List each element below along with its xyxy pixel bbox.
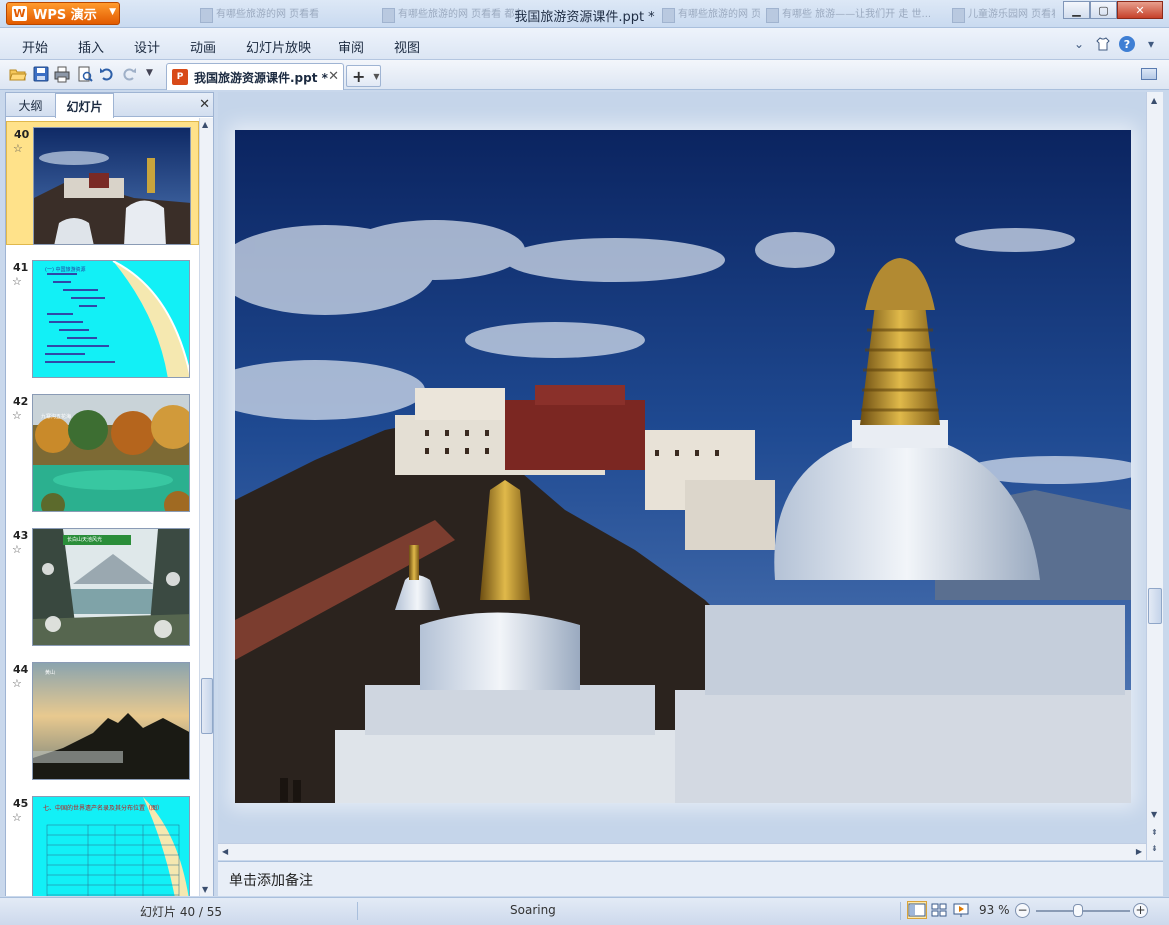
previous-slide-icon[interactable]: ⇞ <box>1151 828 1158 837</box>
animation-star-icon: ☆ <box>13 142 23 155</box>
window-layout-icon[interactable] <box>1141 68 1157 80</box>
menu-home[interactable]: 开始 <box>22 37 48 56</box>
panel-tabs: 大纲 幻灯片 ✕ <box>6 93 213 118</box>
slide-number: 43 <box>13 529 29 542</box>
collapse-ribbon-icon[interactable]: ⌄ <box>1071 36 1087 52</box>
plus-icon: + <box>352 66 366 86</box>
animation-star-icon: ☆ <box>12 543 22 556</box>
scrollbar-thumb[interactable] <box>201 678 213 734</box>
slide-preview-image: 黄山 <box>32 662 190 780</box>
slide-preview-image: 九寨沟五花海 <box>32 394 190 512</box>
title-bar: W WPS 演示 ▼ 有哪些旅游的网 页看看 有哪些旅游的网 页看看 都在 哪里… <box>0 0 1169 28</box>
open-folder-icon[interactable] <box>9 65 27 83</box>
window-title: 我国旅游资源课件.ppt * <box>514 10 655 25</box>
minimize-button[interactable]: ▁ <box>1063 1 1090 19</box>
slide-number: 40 <box>14 128 30 141</box>
redo-icon[interactable] <box>120 65 138 83</box>
slide-vertical-scrollbar[interactable]: ▲ ▼ ⇞ ⇟ <box>1146 92 1163 860</box>
document-tab[interactable]: P 我国旅游资源课件.ppt * ✕ <box>166 63 344 90</box>
slide-caption: (一) 中国旅游资源 <box>45 267 86 273</box>
menu-design[interactable]: 设计 <box>134 37 160 56</box>
chevron-down-icon[interactable]: ▾ <box>1143 36 1159 52</box>
zoom-out-button[interactable]: − <box>1015 903 1030 918</box>
status-bar: 幻灯片 40 / 55 Soaring 93 % − + <box>0 897 1169 925</box>
menu-view[interactable]: 视图 <box>394 37 420 56</box>
slide-thumbnail-list: 40 ☆ 41 ☆ (一) 中国旅游资源 42 ☆ 九寨沟五花海 43 ☆ 长白… <box>6 118 199 896</box>
menu-slideshow[interactable]: 幻灯片放映 <box>246 37 311 56</box>
new-document-button[interactable]: + ▼ <box>346 65 381 87</box>
animation-star-icon: ☆ <box>12 409 22 422</box>
close-icon[interactable]: ✕ <box>328 69 339 84</box>
customize-toolbar-icon[interactable]: ▼ <box>146 65 164 83</box>
scrollbar-thumb[interactable] <box>1148 588 1162 624</box>
slide-counter: 幻灯片 40 / 55 <box>140 905 223 919</box>
slide-preview-image: 长白山天池风光 <box>32 528 190 646</box>
document-tab-label: 我国旅游资源课件.ppt * <box>194 70 328 85</box>
zoom-level: 93 % <box>979 903 1010 917</box>
notes-pane[interactable]: 单击添加备注 <box>218 861 1163 896</box>
slide-photo <box>235 130 1131 803</box>
tab-slides[interactable]: 幻灯片 <box>55 93 114 118</box>
slide-caption: 七、中国的世界遗产名录及其分布位置（图） <box>43 805 164 812</box>
help-icon[interactable]: ? <box>1119 36 1135 52</box>
slide-sorter-view-button[interactable] <box>929 901 949 919</box>
scroll-left-arrow-icon[interactable]: ◀ <box>222 847 228 856</box>
animation-star-icon: ☆ <box>12 275 22 288</box>
window-controls: ▁ ▢ ✕ <box>1063 1 1163 19</box>
close-icon[interactable]: ✕ <box>199 97 210 112</box>
chevron-down-icon: ▼ <box>373 71 380 81</box>
slide-thumbnail[interactable]: 45 ☆ 七、中国的世界遗产名录及其分布位置（图） <box>6 791 199 896</box>
menu-animation[interactable]: 动画 <box>190 37 216 56</box>
slide-thumbnail[interactable]: 40 ☆ <box>6 121 199 245</box>
print-preview-icon[interactable] <box>76 65 94 83</box>
close-button[interactable]: ✕ <box>1117 1 1163 19</box>
status-divider <box>900 902 901 920</box>
animation-star-icon: ☆ <box>12 811 22 824</box>
notes-placeholder: 单击添加备注 <box>229 873 313 889</box>
next-slide-icon[interactable]: ⇟ <box>1151 844 1158 853</box>
zoom-in-button[interactable]: + <box>1133 903 1148 918</box>
scroll-right-arrow-icon[interactable]: ▶ <box>1136 847 1142 856</box>
slide-preview-image: 七、中国的世界遗产名录及其分布位置（图） <box>32 796 190 896</box>
scroll-down-arrow-icon[interactable]: ▼ <box>1151 810 1157 819</box>
slide-number: 44 <box>13 663 29 676</box>
normal-view-button[interactable] <box>907 901 927 919</box>
scroll-down-arrow-icon[interactable]: ▼ <box>202 885 208 894</box>
skin-shirt-icon[interactable] <box>1095 36 1111 52</box>
menu-right-controls: ⌄ ? ▾ <box>1071 36 1159 52</box>
menu-bar: 开始 插入 设计 动画 幻灯片放映 审阅 视图 ⌄ ? ▾ <box>0 28 1169 60</box>
slide-thumbnail[interactable]: 43 ☆ 长白山天池风光 <box>6 523 199 647</box>
scroll-up-arrow-icon[interactable]: ▲ <box>1151 96 1157 105</box>
quick-access-toolbar: ▼ P 我国旅游资源课件.ppt * ✕ + ▼ <box>0 60 1169 90</box>
slide-thumbnail[interactable]: 41 ☆ (一) 中国旅游资源 <box>6 255 199 379</box>
slide-caption: 九寨沟五花海 <box>41 414 72 420</box>
slide-preview-image <box>33 127 191 245</box>
slide-caption: 长白山天池风光 <box>67 537 103 543</box>
print-icon[interactable] <box>53 65 71 83</box>
menu-review[interactable]: 审阅 <box>338 37 364 56</box>
slide-caption: 黄山 <box>45 670 56 676</box>
slide-horizontal-scrollbar[interactable]: ◀ ▶ <box>218 843 1146 860</box>
scroll-up-arrow-icon[interactable]: ▲ <box>202 120 208 129</box>
maximize-button[interactable]: ▢ <box>1090 1 1117 19</box>
menu-insert[interactable]: 插入 <box>78 37 104 56</box>
slide-number: 45 <box>13 797 29 810</box>
slide-number: 42 <box>13 395 29 408</box>
theme-name: Soaring <box>510 903 556 917</box>
current-slide[interactable] <box>235 130 1131 803</box>
slide-number: 41 <box>13 261 29 274</box>
slideshow-view-button[interactable] <box>951 901 971 919</box>
zoom-slider-handle[interactable] <box>1073 904 1084 917</box>
save-icon[interactable] <box>32 65 50 83</box>
tab-outline[interactable]: 大纲 <box>8 93 53 117</box>
slide-thumbnail[interactable]: 44 ☆ 黄山 <box>6 657 199 781</box>
slide-thumbnail[interactable]: 42 ☆ 九寨沟五花海 <box>6 389 199 513</box>
slide-navigation-panel: 大纲 幻灯片 ✕ 40 ☆ 41 ☆ (一) 中国旅游资源 42 ☆ 九寨沟五花… <box>5 92 214 896</box>
thumbnail-scrollbar[interactable]: ▲ ▼ <box>199 118 213 896</box>
presentation-file-icon: P <box>172 69 188 85</box>
undo-icon[interactable] <box>98 65 116 83</box>
status-divider <box>357 902 358 920</box>
slide-preview-image: (一) 中国旅游资源 <box>32 260 190 378</box>
animation-star-icon: ☆ <box>12 677 22 690</box>
